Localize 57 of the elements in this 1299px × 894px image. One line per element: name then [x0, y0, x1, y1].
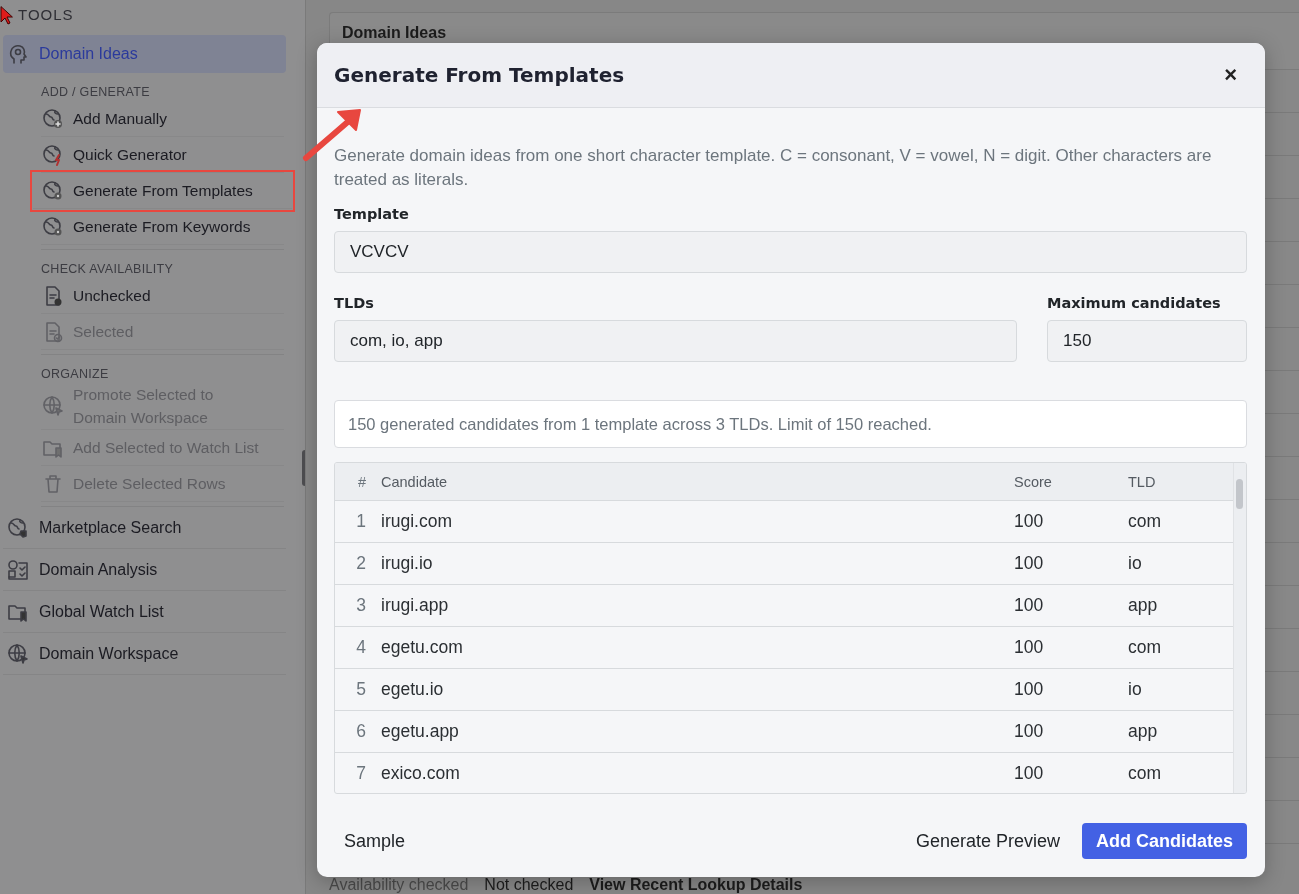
dialog-description: Generate domain ideas from one short character template. C = consonant, V = vowel, N = digit. Other characters are treated as literals.	[334, 145, 1213, 191]
preview-button[interactable]: Generate Preview	[901, 823, 1074, 859]
section-heading: CHECK AVAILABILITY	[41, 261, 175, 278]
tlds-input[interactable]: com, io, app	[334, 320, 1017, 362]
table-cell: egetu.io	[380, 668, 1013, 711]
column-header[interactable]: TLD	[1127, 463, 1233, 501]
sidebar-item[interactable]: Global Watch List	[3, 591, 286, 633]
table-cell: egetu.app	[380, 710, 1013, 753]
sidebar-subitem[interactable]: Generate From Templates	[33, 173, 292, 209]
field-label: TLDs	[334, 295, 375, 311]
table-cell: egetu.com	[380, 626, 1013, 669]
add-candidates-button[interactable]: Add Candidates	[1082, 823, 1247, 859]
summary-text: 150 generated candidates from 1 template across 3 TLDs. Limit of 150 reached.	[334, 400, 1247, 448]
mouse-pointer-icon	[0, 6, 13, 25]
table-cell: exico.com	[380, 752, 1013, 793]
row-number: 7	[335, 752, 380, 793]
table-cell: irugi.com	[380, 500, 1013, 543]
row-number: 2	[335, 542, 380, 585]
sidebar-item[interactable]: Marketplace Search	[3, 507, 286, 549]
table-cell: 100	[1013, 752, 1127, 793]
field-label: Template	[334, 206, 410, 222]
column-header[interactable]: Candidate	[380, 463, 1013, 501]
table-cell: 100	[1013, 710, 1127, 753]
maximum-candidates-input[interactable]: 150	[1047, 320, 1247, 362]
table-cell: 100	[1013, 500, 1127, 543]
sidebar-item[interactable]: Domain Analysis	[3, 549, 286, 591]
sidebar-subitem[interactable]: Quick Generator	[41, 137, 284, 173]
table-cell: irugi.io	[380, 542, 1013, 585]
section-heading: ADD / GENERATE	[41, 84, 151, 101]
template-input[interactable]: VCVCV	[334, 231, 1247, 273]
checklist-globe-icon	[6, 557, 30, 582]
table-cell: 100	[1013, 626, 1127, 669]
table-cell: 100	[1013, 542, 1127, 585]
sidebar-subitem[interactable]: Generate From Keywords	[41, 209, 284, 245]
globe-cursor-icon	[6, 641, 30, 666]
sidebar-subitem[interactable]: Add Manually	[41, 101, 284, 137]
row-number: 5	[335, 668, 380, 711]
sidebar-item[interactable]: Domain Workspace	[3, 633, 286, 675]
row-number: 3	[335, 584, 380, 627]
table-cell: irugi.app	[380, 584, 1013, 627]
lookup-details-link[interactable]: View Recent Lookup Details	[589, 876, 803, 892]
column-header[interactable]: #	[335, 463, 380, 501]
table-cell: 100	[1013, 668, 1127, 711]
field-label: Maximum candidates	[1047, 295, 1222, 311]
sidebar-subitem[interactable]: Unchecked	[41, 278, 284, 314]
column-header[interactable]: Score	[1013, 463, 1127, 501]
row-number: 1	[335, 500, 380, 543]
row-number: 6	[335, 710, 380, 753]
row-number: 4	[335, 626, 380, 669]
sample-button[interactable]: Sample	[330, 823, 420, 859]
sidebar-heading: TOOLS	[18, 6, 74, 25]
scrollbar[interactable]	[1233, 463, 1246, 793]
status-label: Availability checked	[329, 876, 469, 892]
status-value: Not checked	[484, 876, 574, 892]
table-cell: 100	[1013, 584, 1127, 627]
globe-cursor-icon	[41, 394, 65, 418]
section-heading: ORGANIZE	[41, 366, 110, 383]
